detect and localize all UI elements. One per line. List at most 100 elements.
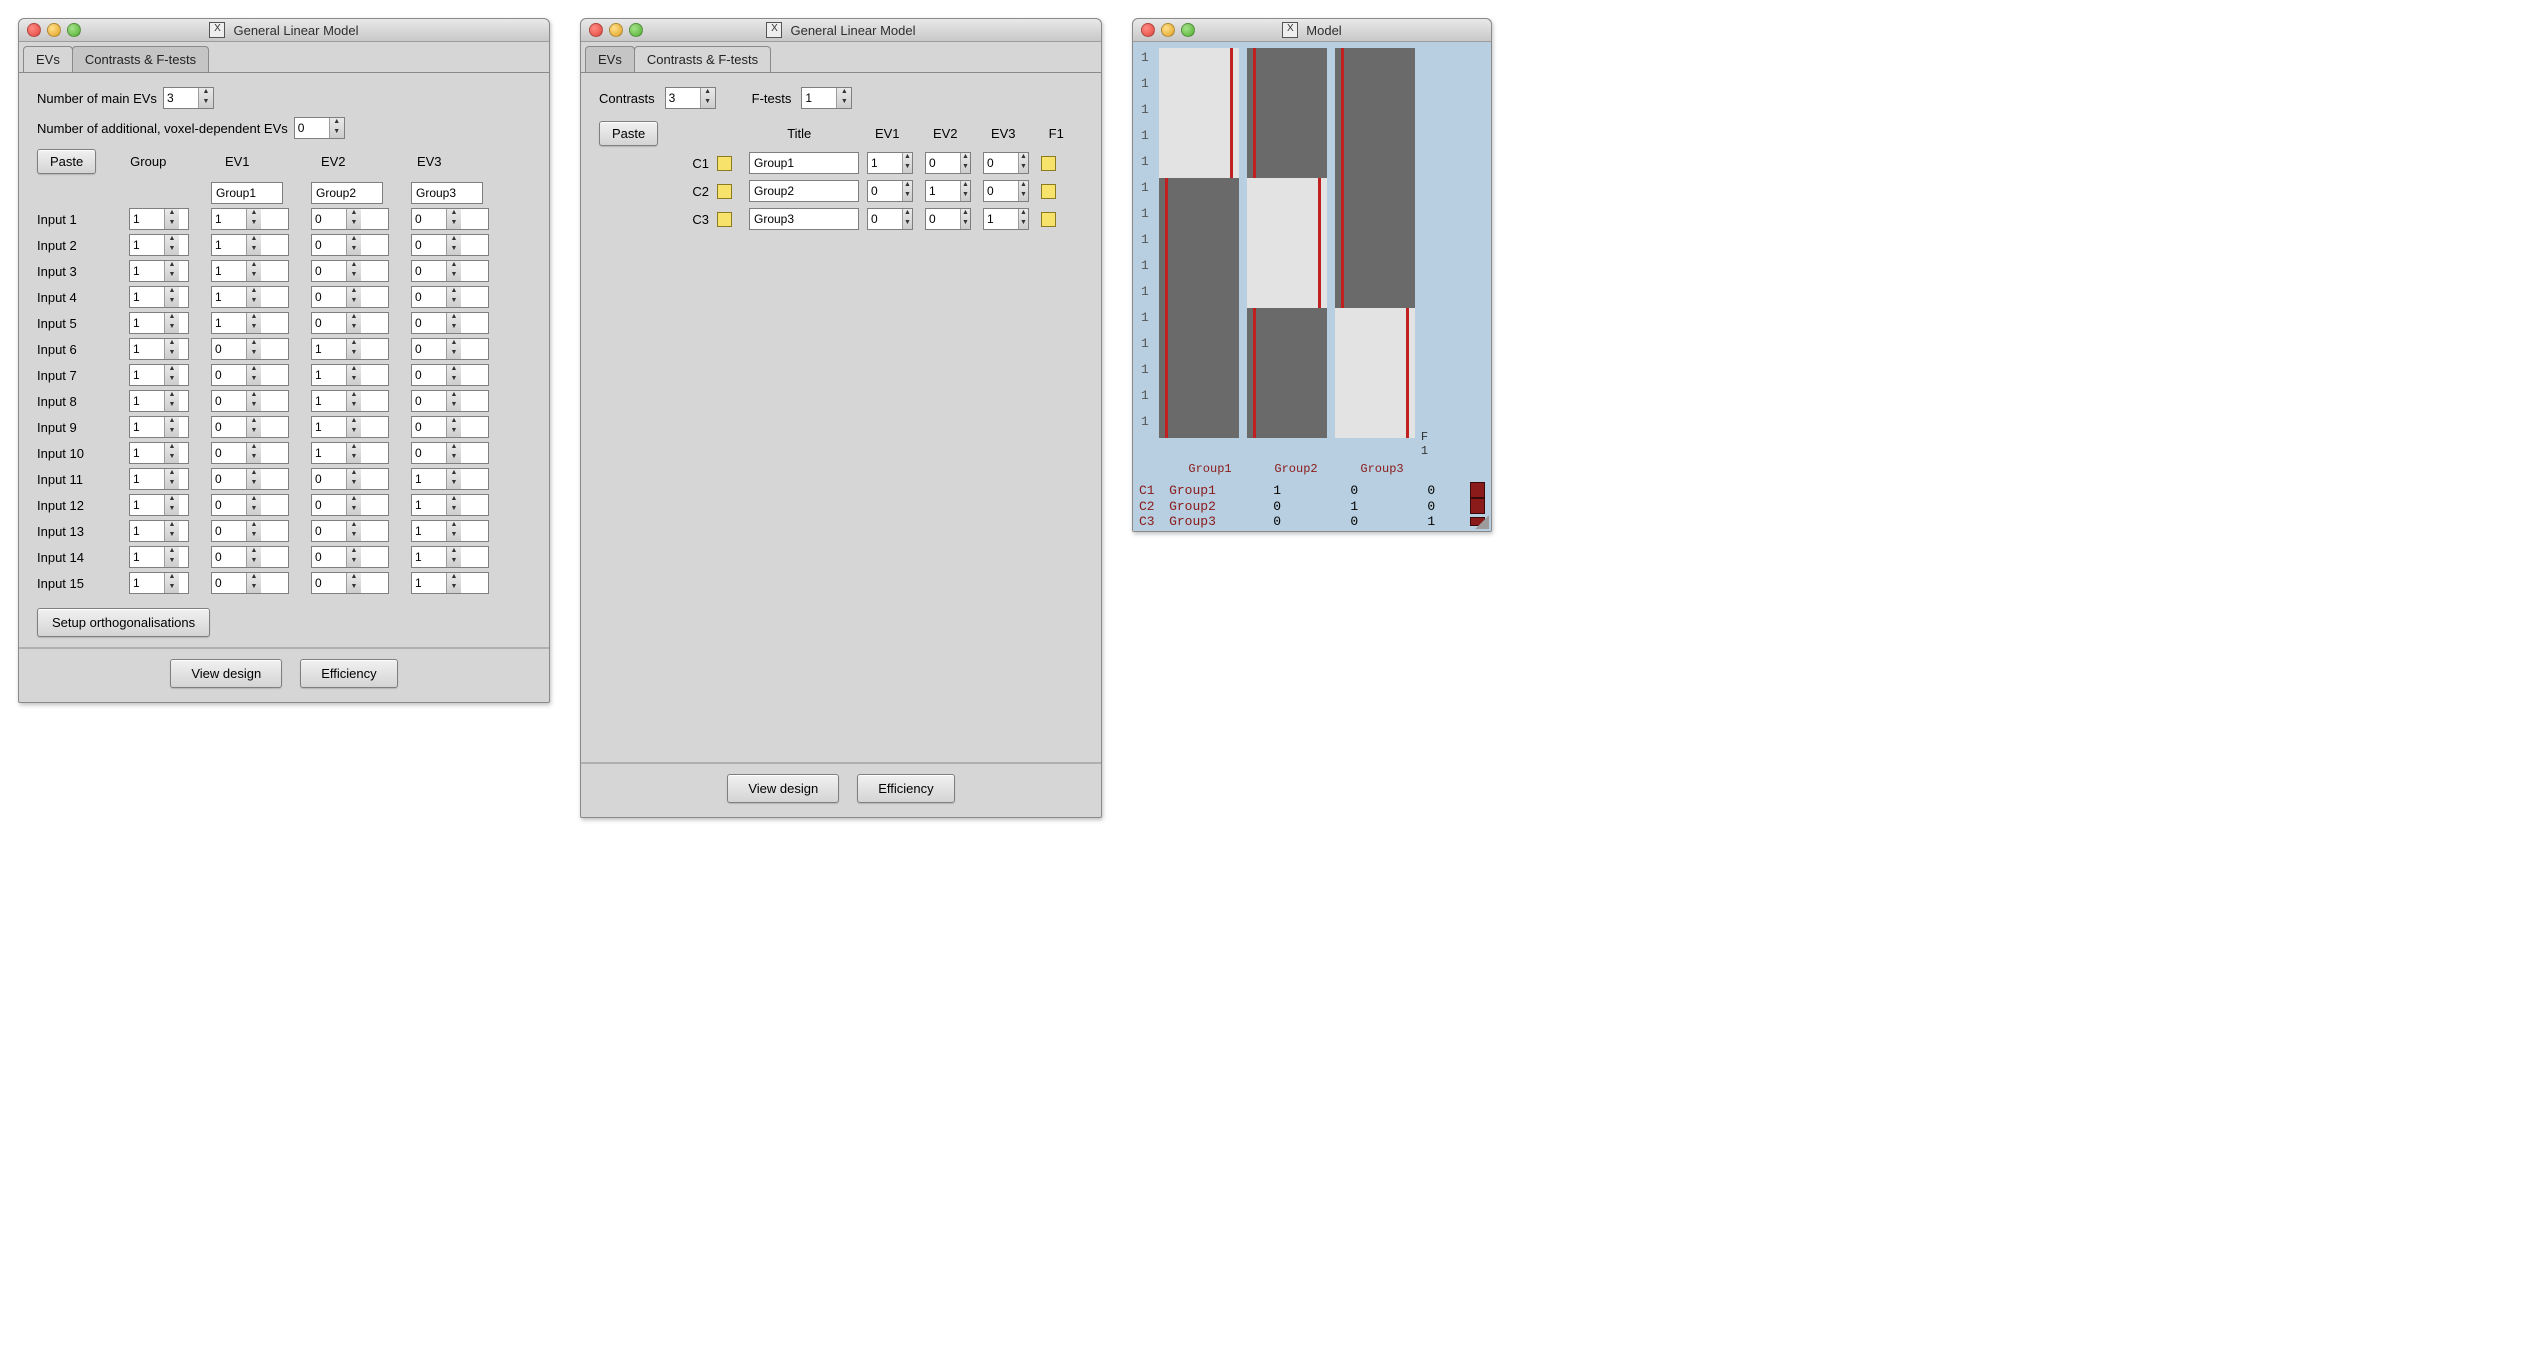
ev1-value-input[interactable]: ▲▼ xyxy=(211,260,289,282)
view-design-button[interactable]: View design xyxy=(727,774,839,803)
ev2-value-input[interactable]: ▲▼ xyxy=(311,494,389,516)
ev3-value-input[interactable]: ▲▼ xyxy=(411,260,489,282)
group-value-input[interactable]: ▲▼ xyxy=(129,416,189,438)
ev1-value-input[interactable]: ▲▼ xyxy=(211,520,289,542)
ev1-value-input[interactable]: ▲▼ xyxy=(211,208,289,230)
contrast-color-swatch[interactable] xyxy=(717,156,732,171)
ev1-value-input[interactable]: ▲▼ xyxy=(211,312,289,334)
ev2-value-input[interactable]: ▲▼ xyxy=(311,286,389,308)
ev2-value-input[interactable]: ▲▼ xyxy=(311,312,389,334)
ev3-value-input[interactable]: ▲▼ xyxy=(411,312,489,334)
minimize-icon[interactable] xyxy=(609,23,623,37)
contrast-color-swatch[interactable] xyxy=(717,184,732,199)
close-icon[interactable] xyxy=(589,23,603,37)
contrasts-count-input[interactable]: ▲▼ xyxy=(665,87,716,109)
ev3-value-input[interactable]: ▲▼ xyxy=(411,468,489,490)
tab-evs[interactable]: EVs xyxy=(23,46,73,72)
ev2-value-input[interactable]: ▲▼ xyxy=(311,364,389,386)
group-value-input[interactable]: ▲▼ xyxy=(129,260,189,282)
ev3-value-input[interactable]: ▲▼ xyxy=(411,338,489,360)
contrast-ev1-input[interactable]: ▲▼ xyxy=(867,152,913,174)
contrast-title-input[interactable] xyxy=(749,152,859,174)
group-value-input[interactable]: ▲▼ xyxy=(129,546,189,568)
ev1-value-input[interactable]: ▲▼ xyxy=(211,338,289,360)
contrast-ev1-input[interactable]: ▲▼ xyxy=(867,208,913,230)
close-icon[interactable] xyxy=(27,23,41,37)
resize-grip-icon[interactable] xyxy=(1475,515,1489,529)
ev2-value-input[interactable]: ▲▼ xyxy=(311,390,389,412)
ev1-value-input[interactable]: ▲▼ xyxy=(211,234,289,256)
group-value-input[interactable]: ▲▼ xyxy=(129,364,189,386)
ev2-value-input[interactable]: ▲▼ xyxy=(311,208,389,230)
contrast-ev2-input[interactable]: ▲▼ xyxy=(925,208,971,230)
ev2-value-input[interactable]: ▲▼ xyxy=(311,338,389,360)
contrast-title-input[interactable] xyxy=(749,208,859,230)
group-value-input[interactable]: ▲▼ xyxy=(129,390,189,412)
contrast-ev3-input[interactable]: ▲▼ xyxy=(983,152,1029,174)
tab-contrasts[interactable]: Contrasts & F-tests xyxy=(72,46,209,72)
ev3-value-input[interactable]: ▲▼ xyxy=(411,494,489,516)
num-additional-evs-input[interactable]: ▲▼ xyxy=(294,117,345,139)
group-value-input[interactable]: ▲▼ xyxy=(129,286,189,308)
minimize-icon[interactable] xyxy=(1161,23,1175,37)
ftests-count-input[interactable]: ▲▼ xyxy=(801,87,852,109)
group-value-input[interactable]: ▲▼ xyxy=(129,572,189,594)
tab-evs[interactable]: EVs xyxy=(585,46,635,72)
group-value-input[interactable]: ▲▼ xyxy=(129,442,189,464)
ev1-value-input[interactable]: ▲▼ xyxy=(211,364,289,386)
ev2-value-input[interactable]: ▲▼ xyxy=(311,520,389,542)
ev2-value-input[interactable]: ▲▼ xyxy=(311,546,389,568)
ftest-include-toggle[interactable] xyxy=(1041,184,1056,199)
ev1-value-input[interactable]: ▲▼ xyxy=(211,572,289,594)
zoom-icon[interactable] xyxy=(67,23,81,37)
ev3-name-input[interactable] xyxy=(411,182,483,204)
ev3-value-input[interactable]: ▲▼ xyxy=(411,286,489,308)
contrast-color-swatch[interactable] xyxy=(717,212,732,227)
ftest-include-toggle[interactable] xyxy=(1041,212,1056,227)
efficiency-button[interactable]: Efficiency xyxy=(857,774,954,803)
ev2-value-input[interactable]: ▲▼ xyxy=(311,468,389,490)
paste-button[interactable]: Paste xyxy=(37,149,96,174)
ev3-value-input[interactable]: ▲▼ xyxy=(411,520,489,542)
ev2-name-input[interactable] xyxy=(311,182,383,204)
ev3-value-input[interactable]: ▲▼ xyxy=(411,364,489,386)
group-value-input[interactable]: ▲▼ xyxy=(129,234,189,256)
ev3-value-input[interactable]: ▲▼ xyxy=(411,390,489,412)
ev3-value-input[interactable]: ▲▼ xyxy=(411,572,489,594)
ev1-value-input[interactable]: ▲▼ xyxy=(211,416,289,438)
ev3-value-input[interactable]: ▲▼ xyxy=(411,416,489,438)
ev2-value-input[interactable]: ▲▼ xyxy=(311,442,389,464)
ev1-value-input[interactable]: ▲▼ xyxy=(211,390,289,412)
zoom-icon[interactable] xyxy=(1181,23,1195,37)
close-icon[interactable] xyxy=(1141,23,1155,37)
tab-contrasts[interactable]: Contrasts & F-tests xyxy=(634,46,771,72)
group-value-input[interactable]: ▲▼ xyxy=(129,338,189,360)
group-value-input[interactable]: ▲▼ xyxy=(129,312,189,334)
ev3-value-input[interactable]: ▲▼ xyxy=(411,234,489,256)
num-main-evs-input[interactable]: ▲▼ xyxy=(163,87,214,109)
contrast-ev3-input[interactable]: ▲▼ xyxy=(983,208,1029,230)
ev2-value-input[interactable]: ▲▼ xyxy=(311,260,389,282)
contrast-title-input[interactable] xyxy=(749,180,859,202)
group-value-input[interactable]: ▲▼ xyxy=(129,208,189,230)
zoom-icon[interactable] xyxy=(629,23,643,37)
contrast-ev2-input[interactable]: ▲▼ xyxy=(925,180,971,202)
group-value-input[interactable]: ▲▼ xyxy=(129,468,189,490)
ev2-value-input[interactable]: ▲▼ xyxy=(311,572,389,594)
group-value-input[interactable]: ▲▼ xyxy=(129,520,189,542)
ev3-value-input[interactable]: ▲▼ xyxy=(411,442,489,464)
ev2-value-input[interactable]: ▲▼ xyxy=(311,416,389,438)
ev2-value-input[interactable]: ▲▼ xyxy=(311,234,389,256)
efficiency-button[interactable]: Efficiency xyxy=(300,659,397,688)
contrast-ev1-input[interactable]: ▲▼ xyxy=(867,180,913,202)
ev1-name-input[interactable] xyxy=(211,182,283,204)
group-value-input[interactable]: ▲▼ xyxy=(129,494,189,516)
ev3-value-input[interactable]: ▲▼ xyxy=(411,208,489,230)
ev3-value-input[interactable]: ▲▼ xyxy=(411,546,489,568)
paste-button[interactable]: Paste xyxy=(599,121,658,146)
setup-orthogonalisations-button[interactable]: Setup orthogonalisations xyxy=(37,608,210,637)
contrast-ev2-input[interactable]: ▲▼ xyxy=(925,152,971,174)
ev1-value-input[interactable]: ▲▼ xyxy=(211,286,289,308)
view-design-button[interactable]: View design xyxy=(170,659,282,688)
ev1-value-input[interactable]: ▲▼ xyxy=(211,468,289,490)
